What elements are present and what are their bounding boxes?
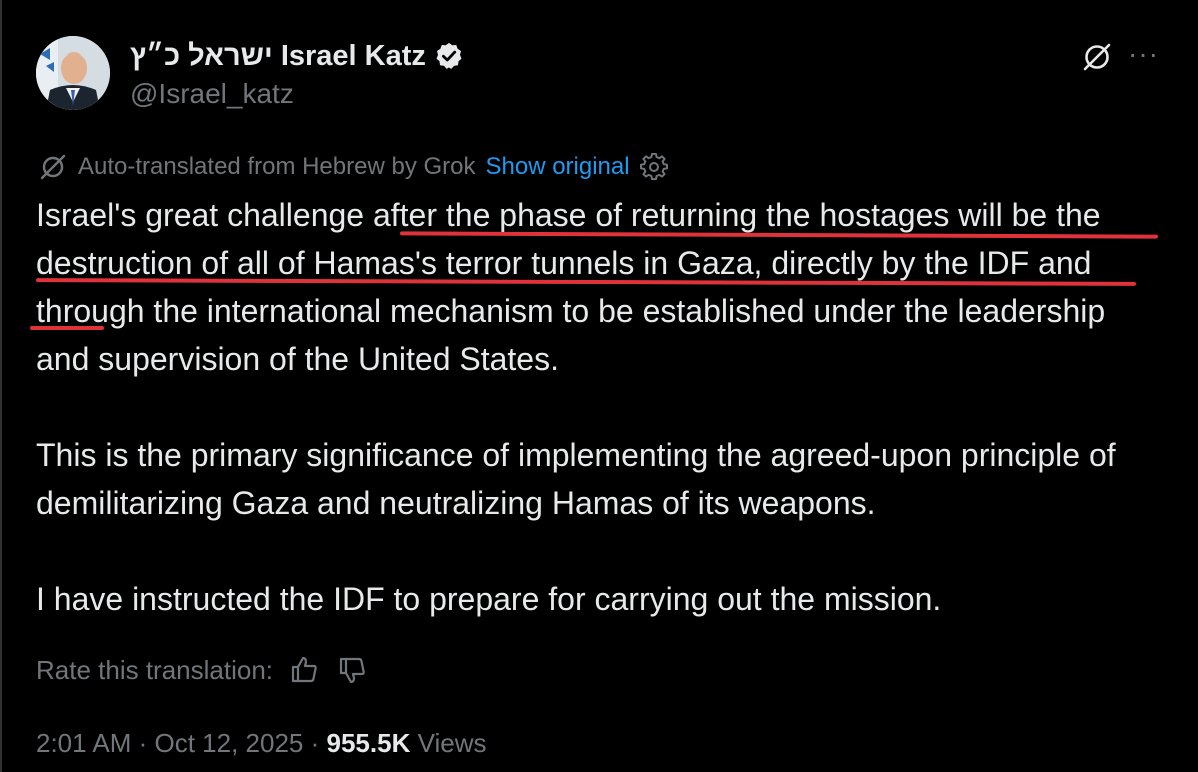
rate-translation-row: Rate this translation: (36, 650, 369, 690)
translation-notice: Auto-translated from Hebrew by Grok (78, 153, 476, 180)
tweet-meta: 2:01 AM · Oct 12, 2025 · 955.5K Views (36, 728, 486, 759)
avatar[interactable] (36, 36, 110, 110)
thumbs-down-icon[interactable] (335, 653, 369, 687)
author-name-row: ישראל כ״ץ Israel Katz (130, 36, 464, 76)
tweet-paragraph: I have instructed the IDF to prepare for… (36, 581, 942, 617)
author-display-name[interactable]: ישראל כ״ץ Israel Katz (130, 40, 426, 73)
translation-notice-row: Auto-translated from Hebrew by Grok Show… (38, 150, 668, 184)
show-original-link[interactable]: Show original (486, 153, 630, 181)
window-edge (0, 0, 2, 772)
verified-badge-icon (434, 41, 464, 71)
rate-translation-label: Rate this translation: (36, 654, 274, 685)
views-count[interactable]: 955.5K (327, 728, 411, 758)
gear-icon[interactable] (639, 153, 668, 181)
tweet-date[interactable]: Oct 12, 2025 (155, 728, 304, 758)
grok-translate-icon (38, 152, 68, 182)
tweet-paragraph: This is the primary significance of impl… (36, 437, 1116, 521)
tweet-text: Israel's great challenge after the phase… (36, 191, 1166, 623)
more-options-button[interactable]: ··· (1128, 38, 1159, 70)
thumbs-up-icon[interactable] (287, 653, 321, 687)
portrait-avatar-icon (36, 36, 110, 110)
meta-separator: · (131, 728, 155, 758)
meta-separator: · (303, 728, 327, 758)
highlight-underline (30, 326, 104, 330)
tweet-paragraph: Israel's great challenge after the phase… (36, 197, 1106, 377)
tweet-time[interactable]: 2:01 AM (36, 728, 131, 758)
grok-icon[interactable] (1080, 40, 1114, 74)
views-label: Views (410, 728, 487, 758)
author-handle[interactable]: @Israel_katz (130, 78, 294, 110)
